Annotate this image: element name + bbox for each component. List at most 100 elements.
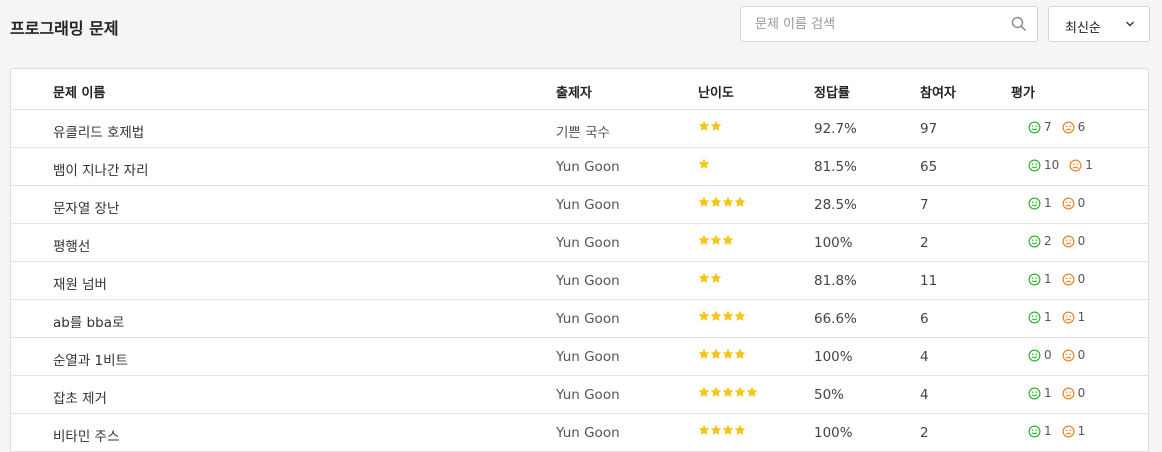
chevron-down-icon xyxy=(1126,21,1134,27)
header-rate[interactable]: 정답률 xyxy=(814,82,850,101)
frown-icon[interactable] xyxy=(1062,387,1075,400)
star-icon xyxy=(710,272,722,283)
problem-title-link[interactable]: 유클리드 호제법 xyxy=(53,121,144,141)
problem-author: Yun Goon xyxy=(556,235,620,251)
problem-table: 문제 이름 출제자 난이도 정답률 참여자 평가 유클리드 호제법 기쁜 국수 92… xyxy=(10,68,1149,452)
table-row[interactable]: ab를 bba로 Yun Goon 66.6% 6 1 1 xyxy=(11,300,1148,338)
table-row[interactable]: 비타민 주스 Yun Goon 100% 2 1 1 xyxy=(11,414,1148,452)
problem-title-link[interactable]: 잡초 제거 xyxy=(53,387,107,407)
participant-count: 6 xyxy=(920,311,929,327)
smile-icon[interactable] xyxy=(1028,273,1041,286)
header-level[interactable]: 난이도 xyxy=(698,82,734,101)
problem-title-link[interactable]: 평행선 xyxy=(53,235,90,255)
problem-title-link[interactable]: 뱀이 지나간 자리 xyxy=(53,159,149,179)
problem-author: Yun Goon xyxy=(556,349,620,365)
difficulty-stars xyxy=(698,196,746,208)
problem-author: 기쁜 국수 xyxy=(556,125,610,141)
frown-icon[interactable] xyxy=(1062,197,1075,210)
star-icon xyxy=(722,196,734,207)
problem-title-link[interactable]: 순열과 1비트 xyxy=(53,349,128,369)
star-icon xyxy=(698,424,710,435)
evaluation: 10 1 xyxy=(1028,158,1103,172)
table-row[interactable]: 문자열 장난 Yun Goon 28.5% 7 1 0 xyxy=(11,186,1148,224)
sort-dropdown[interactable]: 최신순 xyxy=(1048,6,1150,42)
table-row[interactable]: 뱀이 지나간 자리 Yun Goon 81.5% 65 10 1 xyxy=(11,148,1148,186)
difficulty-stars xyxy=(698,424,746,436)
header-title[interactable]: 문제 이름 xyxy=(53,82,105,101)
problem-author: Yun Goon xyxy=(556,159,620,175)
star-icon xyxy=(698,348,710,359)
evaluation: 11 xyxy=(1028,310,1095,324)
smile-icon[interactable] xyxy=(1028,311,1041,324)
evaluation: 76 xyxy=(1028,120,1095,134)
problem-author: Yun Goon xyxy=(556,387,620,403)
smile-icon[interactable] xyxy=(1028,425,1041,438)
evaluation: 20 xyxy=(1028,234,1095,248)
bad-count: 1 xyxy=(1077,424,1086,438)
bad-count: 0 xyxy=(1077,272,1086,286)
smile-icon[interactable] xyxy=(1028,349,1041,362)
good-count: 7 xyxy=(1044,120,1052,134)
frown-icon[interactable] xyxy=(1069,159,1082,172)
search-input[interactable] xyxy=(741,16,991,32)
star-icon xyxy=(734,424,746,435)
good-count: 10 xyxy=(1044,158,1060,172)
table-row[interactable]: 유클리드 호제법 기쁜 국수 92.7% 97 7 6 xyxy=(11,110,1148,148)
evaluation: 10 xyxy=(1028,272,1095,286)
frown-icon[interactable] xyxy=(1062,311,1075,324)
smile-icon[interactable] xyxy=(1028,159,1041,172)
star-icon xyxy=(710,424,722,435)
star-icon xyxy=(734,348,746,359)
correct-rate: 28.5% xyxy=(814,197,857,213)
frown-icon[interactable] xyxy=(1062,273,1075,286)
header-participants[interactable]: 참여자 xyxy=(920,82,956,101)
good-count: 1 xyxy=(1044,386,1052,400)
star-icon xyxy=(722,234,734,245)
difficulty-stars xyxy=(698,272,722,284)
smile-icon[interactable] xyxy=(1028,235,1041,248)
good-count: 1 xyxy=(1044,310,1052,324)
bad-count: 1 xyxy=(1077,310,1086,324)
frown-icon[interactable] xyxy=(1062,235,1075,248)
bad-count: 0 xyxy=(1077,196,1086,210)
participant-count: 2 xyxy=(920,235,929,251)
header-author[interactable]: 출제자 xyxy=(556,82,592,101)
correct-rate: 81.8% xyxy=(814,273,857,289)
star-icon xyxy=(722,348,734,359)
star-icon xyxy=(734,386,746,397)
problem-title-link[interactable]: 비타민 주스 xyxy=(53,425,119,445)
bad-count: 1 xyxy=(1085,158,1093,172)
good-count: 1 xyxy=(1044,196,1052,210)
star-icon xyxy=(722,310,734,321)
search-icon[interactable] xyxy=(1011,16,1027,32)
table-row[interactable]: 재원 넘버 Yun Goon 81.8% 11 1 0 xyxy=(11,262,1148,300)
frown-icon[interactable] xyxy=(1062,425,1075,438)
star-icon xyxy=(746,386,758,397)
correct-rate: 92.7% xyxy=(814,121,857,137)
problem-title-link[interactable]: 재원 넘버 xyxy=(53,273,107,293)
search-box[interactable] xyxy=(740,6,1038,42)
smile-icon[interactable] xyxy=(1028,387,1041,400)
good-count: 2 xyxy=(1044,234,1052,248)
difficulty-stars xyxy=(698,310,746,322)
smile-icon[interactable] xyxy=(1028,197,1041,210)
correct-rate: 81.5% xyxy=(814,159,857,175)
table-row[interactable]: 평행선 Yun Goon 100% 2 2 0 xyxy=(11,224,1148,262)
star-icon xyxy=(698,310,710,321)
participant-count: 4 xyxy=(920,349,929,365)
table-row[interactable]: 순열과 1비트 Yun Goon 100% 4 0 0 xyxy=(11,338,1148,376)
star-icon xyxy=(698,196,710,207)
table-row[interactable]: 잡초 제거 Yun Goon 50% 4 1 0 xyxy=(11,376,1148,414)
correct-rate: 100% xyxy=(814,349,853,365)
smile-icon[interactable] xyxy=(1028,121,1041,134)
star-icon xyxy=(710,310,722,321)
correct-rate: 100% xyxy=(814,235,853,251)
problem-title-link[interactable]: ab를 bba로 xyxy=(53,311,124,331)
problem-title-link[interactable]: 문자열 장난 xyxy=(53,197,119,217)
evaluation: 11 xyxy=(1028,424,1095,438)
correct-rate: 50% xyxy=(814,387,845,403)
frown-icon[interactable] xyxy=(1062,349,1075,362)
star-icon xyxy=(698,386,710,397)
frown-icon[interactable] xyxy=(1062,121,1075,134)
participant-count: 11 xyxy=(920,273,938,289)
